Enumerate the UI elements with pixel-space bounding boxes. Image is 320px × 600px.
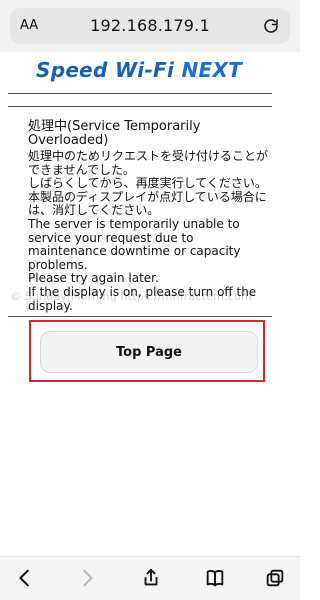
share-icon[interactable] (140, 567, 162, 589)
url-text[interactable]: 192.168.179.1 (10, 16, 290, 35)
logo-text-next: NEXT (181, 58, 243, 82)
logo-text-speed: Speed (36, 58, 108, 82)
error-line: 処理中のためリクエストを受け付けることができませんでした。 (28, 149, 269, 177)
divider (8, 106, 272, 107)
reload-icon[interactable] (262, 17, 280, 35)
error-message: 処理中(Service Temporarily Overloaded) 処理中の… (28, 120, 274, 313)
error-line: Please try again later. (28, 271, 159, 286)
error-line: 本製品のディスプレイが点灯している場合には、消灯してください。 (28, 189, 267, 218)
logo-text-wifi: Wi-Fi (114, 58, 175, 82)
browser-top-bar: AA 192.168.179.1 (0, 0, 300, 52)
error-line: The server is temporarily unable to serv… (28, 216, 241, 272)
error-title: 処理中(Service Temporarily Overloaded) (28, 119, 201, 148)
divider (8, 316, 272, 317)
back-icon[interactable] (14, 567, 36, 589)
tabs-icon[interactable] (264, 567, 286, 589)
top-page-button[interactable]: Top Page (40, 331, 258, 373)
watermark: © Sunday Morning https://mhfractem.com (10, 290, 252, 303)
brand-logo: Speed Wi-Fi NEXT (36, 58, 266, 88)
address-bar[interactable]: AA 192.168.179.1 (10, 8, 290, 44)
bookmarks-icon[interactable] (204, 567, 226, 589)
error-line: しばらくしてから、再度実行してください。 (28, 176, 267, 191)
divider (8, 93, 272, 94)
forward-icon[interactable] (76, 567, 98, 589)
browser-bottom-toolbar (0, 556, 300, 600)
